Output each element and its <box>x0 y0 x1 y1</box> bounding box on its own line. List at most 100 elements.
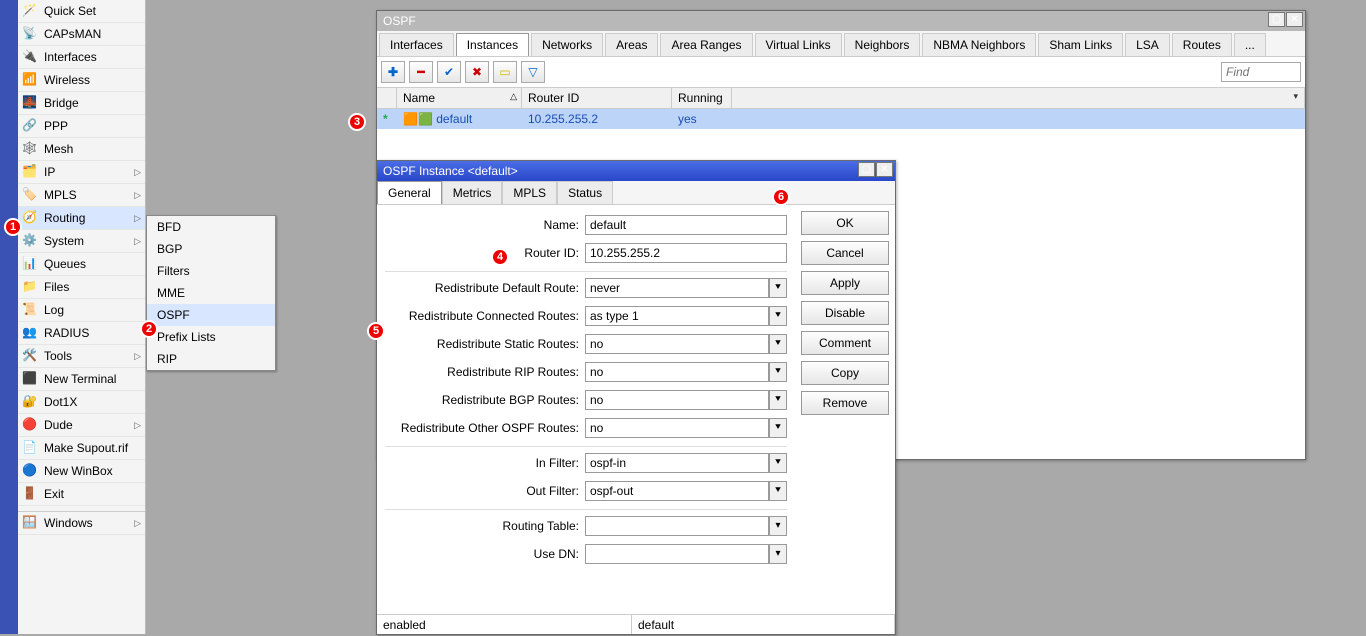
menu-windows[interactable]: 🪟Windows▷ <box>18 512 145 535</box>
submenu-ospf[interactable]: OSPF <box>147 304 275 326</box>
expand-icon: ▷ <box>134 420 141 431</box>
tools-icon: 🛠️ <box>22 348 38 364</box>
menu-files[interactable]: 📁Files <box>18 276 145 299</box>
out-filter-input[interactable] <box>585 481 769 501</box>
dropdown-button[interactable]: ▾ <box>769 516 787 536</box>
submenu-bgp[interactable]: BGP <box>147 238 275 260</box>
disable-button[interactable]: ✖ <box>465 61 489 83</box>
routing-table-input[interactable] <box>585 516 769 536</box>
tab-neighbors[interactable]: Neighbors <box>844 33 921 56</box>
cancel-button[interactable]: Cancel <box>801 241 889 265</box>
menu-ppp[interactable]: 🔗PPP <box>18 115 145 138</box>
menu-log[interactable]: 📜Log <box>18 299 145 322</box>
dropdown-button[interactable]: ⯆ <box>769 390 787 410</box>
submenu-rip[interactable]: RIP <box>147 348 275 370</box>
in-filter-input[interactable] <box>585 453 769 473</box>
comment-button[interactable]: Comment <box>801 331 889 355</box>
redist-static-input[interactable] <box>585 334 769 354</box>
use-dn-input[interactable] <box>585 544 769 564</box>
tab-general[interactable]: General <box>377 181 442 204</box>
remove-button[interactable]: ━ <box>409 61 433 83</box>
menu-mpls[interactable]: 🏷️MPLS▷ <box>18 184 145 207</box>
dropdown-button[interactable]: ⯆ <box>769 306 787 326</box>
comment-button[interactable]: ▭ <box>493 61 517 83</box>
tab-instances[interactable]: Instances <box>456 33 529 56</box>
tab-metrics[interactable]: Metrics <box>442 181 503 204</box>
menu-wireless[interactable]: 📶Wireless <box>18 69 145 92</box>
menu-mesh[interactable]: 🕸️Mesh <box>18 138 145 161</box>
menu-quick-set[interactable]: 🪄Quick Set <box>18 0 145 23</box>
dropdown-button[interactable]: ⯆ <box>769 418 787 438</box>
ok-button[interactable]: OK <box>801 211 889 235</box>
dropdown-button[interactable]: ⯆ <box>769 453 787 473</box>
tab-interfaces[interactable]: Interfaces <box>379 33 454 56</box>
submenu-filters[interactable]: Filters <box>147 260 275 282</box>
tab-more[interactable]: ... <box>1234 33 1266 56</box>
enable-button[interactable]: ✔ <box>437 61 461 83</box>
ospf-window-title[interactable]: OSPF ▢ ✕ <box>377 11 1305 31</box>
remove-button[interactable]: Remove <box>801 391 889 415</box>
close-button[interactable]: ✕ <box>876 162 893 177</box>
menu-exit[interactable]: 🚪Exit <box>18 483 145 506</box>
filter-button[interactable]: ▽ <box>521 61 545 83</box>
redist-rip-input[interactable] <box>585 362 769 382</box>
redist-connected-input[interactable] <box>585 306 769 326</box>
menu-winbox[interactable]: 🔵New WinBox <box>18 460 145 483</box>
tab-nbma-neighbors[interactable]: NBMA Neighbors <box>922 33 1036 56</box>
menu-bridge[interactable]: 🌉Bridge <box>18 92 145 115</box>
dropdown-button[interactable]: ⯆ <box>769 362 787 382</box>
restore-button[interactable]: ▢ <box>1268 12 1285 27</box>
menu-radius[interactable]: 👥RADIUS <box>18 322 145 345</box>
col-name[interactable]: Name△ <box>397 88 522 108</box>
menu-ip[interactable]: 🗂️IP▷ <box>18 161 145 184</box>
menu-capsman[interactable]: 📡CAPsMAN <box>18 23 145 46</box>
menu-supout[interactable]: 📄Make Supout.rif <box>18 437 145 460</box>
menu-queues[interactable]: 📊Queues <box>18 253 145 276</box>
tab-mpls[interactable]: MPLS <box>502 181 557 204</box>
submenu-bfd[interactable]: BFD <box>147 216 275 238</box>
name-input[interactable] <box>585 215 787 235</box>
col-status[interactable] <box>377 88 397 108</box>
tab-status[interactable]: Status <box>557 181 613 204</box>
menu-tools[interactable]: 🛠️Tools▷ <box>18 345 145 368</box>
tab-virtual-links[interactable]: Virtual Links <box>755 33 842 56</box>
disable-button[interactable]: Disable <box>801 301 889 325</box>
tab-area-ranges[interactable]: Area Ranges <box>660 33 752 56</box>
table-row[interactable]: * 🟧🟩 default 10.255.255.2 yes <box>377 109 1305 129</box>
tab-lsa[interactable]: LSA <box>1125 33 1170 56</box>
router-id-input[interactable] <box>585 243 787 263</box>
dropdown-button[interactable]: ⯆ <box>769 481 787 501</box>
tab-areas[interactable]: Areas <box>605 33 658 56</box>
redist-default-input[interactable] <box>585 278 769 298</box>
col-router-id[interactable]: Router ID <box>522 88 672 108</box>
menu-routing[interactable]: 🧭Routing▷ <box>18 207 145 230</box>
button-column: OK Cancel Apply Disable Comment Copy Rem… <box>795 205 895 636</box>
dropdown-button[interactable]: ▾ <box>769 544 787 564</box>
dropdown-button[interactable]: ⯆ <box>769 278 787 298</box>
log-icon: 📜 <box>22 302 38 318</box>
menu-terminal[interactable]: ⬛New Terminal <box>18 368 145 391</box>
tab-networks[interactable]: Networks <box>531 33 603 56</box>
close-button[interactable]: ✕ <box>1286 12 1303 27</box>
apply-button[interactable]: Apply <box>801 271 889 295</box>
menu-dot1x[interactable]: 🔐Dot1X <box>18 391 145 414</box>
status-default: default <box>632 615 895 634</box>
instance-dialog-title[interactable]: OSPF Instance <default> ▢ ✕ <box>377 161 895 181</box>
copy-button[interactable]: Copy <box>801 361 889 385</box>
redist-other-input[interactable] <box>585 418 769 438</box>
menu-interfaces[interactable]: 🔌Interfaces <box>18 46 145 69</box>
use-dn-label: Use DN: <box>385 547 585 561</box>
redist-bgp-input[interactable] <box>585 390 769 410</box>
menu-dude[interactable]: 🔴Dude▷ <box>18 414 145 437</box>
submenu-mme[interactable]: MME <box>147 282 275 304</box>
redist-bgp-label: Redistribute BGP Routes: <box>385 393 585 407</box>
dropdown-button[interactable]: ⯆ <box>769 334 787 354</box>
col-running[interactable]: Running <box>672 88 732 108</box>
tab-sham-links[interactable]: Sham Links <box>1038 33 1123 56</box>
submenu-prefix-lists[interactable]: Prefix Lists <box>147 326 275 348</box>
find-input[interactable] <box>1221 62 1301 82</box>
restore-button[interactable]: ▢ <box>858 162 875 177</box>
menu-system[interactable]: ⚙️System▷ <box>18 230 145 253</box>
add-button[interactable]: ✚ <box>381 61 405 83</box>
tab-routes[interactable]: Routes <box>1172 33 1232 56</box>
